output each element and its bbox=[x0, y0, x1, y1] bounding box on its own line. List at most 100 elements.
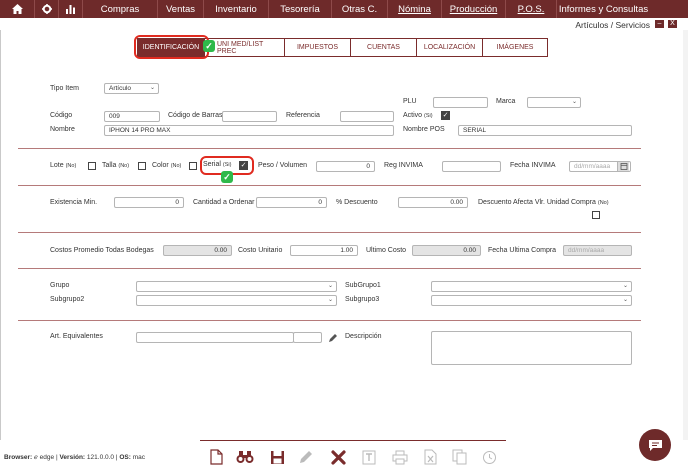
menu-nomina[interactable]: Nómina bbox=[388, 0, 442, 18]
edit-pencil-icon[interactable] bbox=[297, 448, 315, 466]
peso-volumen-input[interactable]: 0 bbox=[316, 161, 375, 172]
activo-checkbox[interactable]: ✓ bbox=[441, 111, 450, 120]
version-value: 121.0.0.0 bbox=[86, 454, 115, 461]
chevron-down-icon: ⌄ bbox=[571, 99, 577, 105]
delete-x-icon[interactable] bbox=[329, 448, 347, 466]
codigo-barras-label: Código de Barras bbox=[168, 112, 223, 119]
referencia-label: Referencia bbox=[286, 112, 320, 119]
scrollbar[interactable] bbox=[683, 30, 688, 440]
bar-chart-icon[interactable] bbox=[59, 0, 83, 18]
close-window-button[interactable]: X bbox=[668, 20, 677, 28]
calendar-icon[interactable] bbox=[617, 162, 629, 171]
tab-uni-med-list-prec[interactable]: UNI MED/LIST PREC bbox=[205, 39, 285, 56]
menu-ventas[interactable]: Ventas bbox=[158, 0, 204, 18]
checkmark-icon: ✓ bbox=[221, 171, 233, 183]
tab-impuestos[interactable]: IMPUESTOS bbox=[285, 39, 351, 56]
art-equivalentes-input[interactable] bbox=[136, 332, 294, 343]
section-divider bbox=[18, 320, 641, 321]
fecha-ultima-compra-label: Fecha Ultima Compra bbox=[488, 247, 557, 254]
excel-export-icon[interactable] bbox=[421, 448, 439, 466]
fecha-invima-label: Fecha INVIMA bbox=[510, 162, 556, 169]
color-checkbox[interactable] bbox=[189, 162, 197, 170]
descuento-input[interactable]: 0.00 bbox=[398, 197, 468, 208]
os-label: OS: bbox=[119, 454, 131, 461]
existencia-min-label: Existencia Min. bbox=[50, 199, 98, 206]
gear-icon[interactable] bbox=[35, 0, 59, 18]
edge-icon: ℯ bbox=[34, 454, 38, 461]
subgrupo1-select[interactable]: ⌄ bbox=[431, 281, 632, 292]
codigo-label: Código bbox=[50, 112, 73, 119]
print-icon[interactable] bbox=[391, 448, 409, 466]
reg-invima-input[interactable] bbox=[442, 161, 501, 172]
lote-checkbox[interactable] bbox=[88, 162, 96, 170]
cantidad-ordenar-label: Cantidad a Ordenar bbox=[193, 199, 255, 206]
descuento-afecta-label: Descuento Afecta Vlr. Unidad Compra (No) bbox=[478, 199, 609, 206]
descuento-afecta-tag: (No) bbox=[597, 200, 609, 206]
art-equivalentes-code-input[interactable] bbox=[293, 332, 322, 343]
referencia-input[interactable] bbox=[340, 111, 394, 122]
chevron-down-icon: ⌄ bbox=[149, 85, 155, 91]
browser-label: Browser: bbox=[4, 454, 33, 461]
descuento-afecta-checkbox[interactable] bbox=[592, 211, 600, 219]
nombre-pos-input[interactable]: SERIAL bbox=[458, 125, 632, 136]
section-divider bbox=[18, 185, 641, 186]
save-icon[interactable] bbox=[268, 448, 286, 466]
subgrupo2-select[interactable]: ⌄ bbox=[136, 295, 337, 306]
new-document-icon[interactable] bbox=[207, 448, 225, 466]
chat-button[interactable] bbox=[639, 429, 671, 461]
codigo-barras-input[interactable] bbox=[222, 111, 277, 122]
menu-compras[interactable]: Compras bbox=[83, 0, 158, 18]
tipo-item-select[interactable]: Artículo ⌄ bbox=[104, 83, 159, 94]
ultimo-costo-input: 0.00 bbox=[412, 245, 481, 256]
section-divider bbox=[18, 148, 641, 149]
menu-pos[interactable]: P.O.S. bbox=[506, 0, 557, 18]
tab-cuentas[interactable]: CUENTAS bbox=[351, 39, 417, 56]
costo-unitario-input[interactable]: 1.00 bbox=[290, 245, 358, 256]
search-binoculars-icon[interactable] bbox=[236, 448, 254, 466]
section-divider bbox=[18, 232, 641, 233]
costos-promedio-label: Costos Promedio Todas Bodegas bbox=[50, 247, 154, 254]
window-title-bar: Artículos / Servicios – X bbox=[0, 18, 688, 30]
copy-icon[interactable] bbox=[450, 448, 468, 466]
text-icon[interactable] bbox=[360, 448, 378, 466]
minimize-button[interactable]: – bbox=[655, 20, 664, 28]
menu-tesoreria[interactable]: Tesorería bbox=[269, 0, 332, 18]
os-value: mac bbox=[132, 454, 145, 461]
marca-select[interactable]: ⌄ bbox=[527, 97, 581, 108]
tab-imagenes[interactable]: IMÁGENES bbox=[483, 39, 547, 56]
checkmark-icon: ✓ bbox=[203, 40, 215, 52]
menu-produccion[interactable]: Producción bbox=[442, 0, 506, 18]
talla-label-text: Talla bbox=[102, 162, 117, 169]
codigo-input[interactable]: 009 bbox=[104, 111, 160, 122]
tab-highlight bbox=[134, 35, 209, 59]
history-icon[interactable] bbox=[480, 448, 498, 466]
menu-otras-c[interactable]: Otras C. bbox=[332, 0, 388, 18]
home-icon[interactable] bbox=[0, 0, 35, 18]
activo-label-text: Activo bbox=[403, 112, 423, 119]
subgrupo3-label: Subgrupo3 bbox=[345, 296, 380, 303]
descuento-label: % Descuento bbox=[336, 199, 378, 206]
plu-label: PLU bbox=[403, 98, 417, 105]
chevron-down-icon: ⌄ bbox=[622, 297, 628, 303]
tipo-item-value: Artículo bbox=[109, 85, 132, 92]
subgrupo3-select[interactable]: ⌄ bbox=[431, 295, 632, 306]
costos-promedio-input: 0.00 bbox=[163, 245, 232, 256]
color-tag: (No) bbox=[170, 163, 182, 169]
existencia-min-input[interactable]: 0 bbox=[114, 197, 184, 208]
descripcion-textarea[interactable] bbox=[431, 331, 632, 365]
tab-localizacion[interactable]: LOCALIZACIÓN bbox=[417, 39, 483, 56]
grupo-select[interactable]: ⌄ bbox=[136, 281, 337, 292]
cantidad-ordenar-input[interactable]: 0 bbox=[256, 197, 327, 208]
menu-informes-consultas[interactable]: Informes y Consultas bbox=[557, 0, 650, 18]
chevron-down-icon: ⌄ bbox=[327, 283, 333, 289]
nombre-input[interactable]: IPHON 14 PRO MAX bbox=[104, 125, 394, 136]
chevron-down-icon: ⌄ bbox=[327, 297, 333, 303]
edit-pencil-icon[interactable] bbox=[328, 333, 338, 343]
chat-bubble-icon bbox=[648, 439, 662, 451]
grupo-label: Grupo bbox=[50, 282, 70, 289]
menu-inventario[interactable]: Inventario bbox=[204, 0, 269, 18]
subgrupo1-label: SubGrupo1 bbox=[345, 282, 381, 289]
plu-input[interactable] bbox=[433, 97, 488, 108]
costo-unitario-label: Costo Unitario bbox=[238, 247, 283, 254]
talla-checkbox[interactable] bbox=[138, 162, 146, 170]
